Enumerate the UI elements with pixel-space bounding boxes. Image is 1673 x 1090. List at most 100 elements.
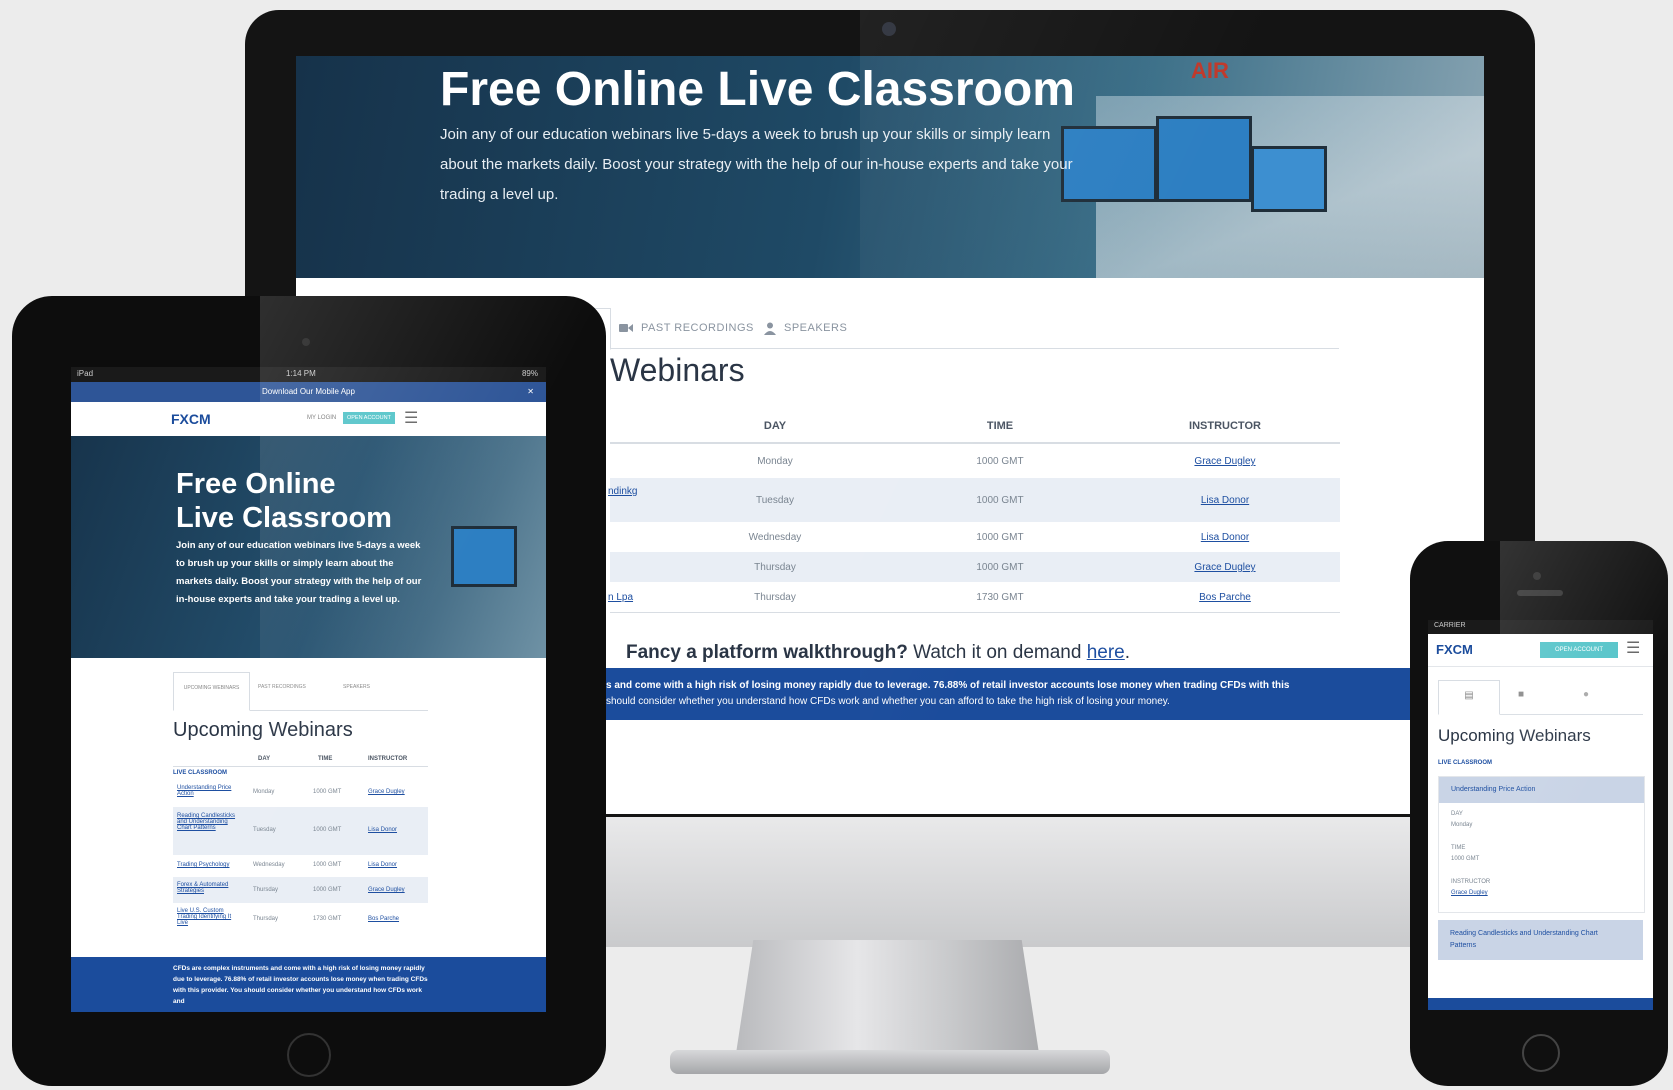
open-account-button[interactable]: OPEN ACCOUNT <box>1540 642 1618 658</box>
phone-screen: CARRIER FXCM OPEN ACCOUNT ☰ ▤ ■ ● Upcomi… <box>1428 620 1653 1010</box>
studio-monitor-image <box>451 526 517 587</box>
instructor-field: INSTRUCTOR Grace Dugley <box>1451 877 1490 899</box>
tab-label: PAST RECORDINGS <box>641 322 754 334</box>
instructor-link[interactable]: Grace Dugley <box>368 887 405 893</box>
tab-speakers[interactable]: SPEAKERS <box>343 684 370 690</box>
webinar-title-link[interactable]: Understanding Price Action <box>177 785 237 797</box>
phone-section-heading: Upcoming Webinars <box>1438 726 1591 745</box>
tablet-tab-bar: UPCOMING WEBINARS PAST RECORDINGS SPEAKE… <box>173 672 428 711</box>
hamburger-menu-icon[interactable]: ☰ <box>404 408 418 428</box>
table-row: Reading Candlesticks and Understanding C… <box>173 807 428 855</box>
table-row: ndinkg Tuesday 1000 GMT Lisa Donor <box>608 478 1340 522</box>
cell-time: 1000 GMT <box>313 887 342 893</box>
phone-status-bar: CARRIER <box>1428 620 1653 634</box>
phone-speaker <box>1517 590 1563 596</box>
tab-speakers[interactable]: ● <box>1583 689 1589 700</box>
cell-time: 1000 GMT <box>313 789 342 795</box>
table-row: Thursday 1000 GMT Grace Dugley <box>610 552 1340 582</box>
cell-time: 1000 GMT <box>976 495 1024 506</box>
fxcm-logo[interactable]: FXCM <box>171 411 211 427</box>
cell-day: Wednesday <box>253 862 285 868</box>
cell-time: 1000 GMT <box>313 827 342 833</box>
tab-label: SPEAKERS <box>343 684 370 690</box>
cell-day: Wednesday <box>748 532 802 543</box>
instructor-link[interactable]: Lisa Donor <box>1155 532 1295 543</box>
tab-label: SPEAKERS <box>784 322 848 334</box>
webinar-title-link[interactable]: n Lpa <box>608 592 648 603</box>
cell-time: 1730 GMT <box>313 916 342 922</box>
instructor-link[interactable]: Grace Dugley <box>1155 562 1295 573</box>
cell-time: 1000 GMT <box>976 456 1024 467</box>
phone-home-button[interactable] <box>1522 1034 1560 1072</box>
cell-time: 1000 GMT <box>976 532 1024 543</box>
table-header: DAY TIME INSTRUCTOR <box>173 752 428 767</box>
webinar-title-link[interactable]: Reading Candlesticks and Understanding C… <box>177 813 237 831</box>
hero-banner: AIR Free Online Live Classroom Join any … <box>296 56 1484 278</box>
webinar-title: Reading Candlesticks and Understanding C… <box>1450 930 1598 949</box>
instructor-link[interactable]: Grace Dugley <box>1155 456 1295 467</box>
instructor-link[interactable]: Grace Dugley <box>1451 888 1490 899</box>
page-title: Free Online Live Classroom <box>440 63 1075 116</box>
table-header: DAY TIME INSTRUCTOR <box>610 406 1340 444</box>
tablet-page-title: Free Online Live Classroom <box>176 467 392 535</box>
webinar-title-link[interactable]: Trading Psychology <box>177 862 237 868</box>
section-label: LIVE CLASSROOM <box>173 767 428 779</box>
phone-tab-bar: ▤ ■ ● <box>1438 680 1643 715</box>
tablet-home-button[interactable] <box>287 1033 331 1077</box>
webinar-card-title-link[interactable]: Understanding Price Action <box>1439 777 1644 803</box>
webinar-card: Understanding Price Action DAY Monday TIM… <box>1438 776 1645 913</box>
tab-upcoming-webinars[interactable]: ▤ <box>1438 680 1500 715</box>
section-heading: Webinars <box>610 352 745 388</box>
table-row: Wednesday 1000 GMT Lisa Donor <box>610 522 1340 552</box>
webinar-card[interactable]: Reading Candlesticks and Understanding C… <box>1438 920 1643 960</box>
tablet-webinar-table: DAY TIME INSTRUCTOR LIVE CLASSROOM Under… <box>173 752 428 937</box>
risk-warning-text: CFDs are complex instruments and come wi… <box>173 965 428 1005</box>
tab-past-recordings[interactable]: PAST RECORDINGS <box>258 684 306 690</box>
field-value: Monday <box>1451 822 1473 828</box>
webinar-title-link[interactable]: ndinkg <box>608 486 648 497</box>
cell-day: Thursday <box>253 887 279 893</box>
table-row: n Lpa Thursday 1730 GMT Bos Parche <box>608 582 1340 613</box>
walkthrough-here-link[interactable]: here <box>1087 642 1125 663</box>
phone-risk-warning <box>1428 998 1653 1010</box>
tablet-screen: iPad 1:14 PM 89% Download Our Mobile App… <box>71 367 546 1012</box>
instructor-link[interactable]: Grace Dugley <box>368 789 405 795</box>
webinar-title-link[interactable]: Live U.S. Custom Trading Identifying It … <box>177 908 237 926</box>
webinar-title-link[interactable]: Forex & Automated Strategies <box>177 882 237 894</box>
cell-day: Monday <box>253 789 275 795</box>
title-line: Live Classroom <box>176 502 392 534</box>
tablet-status-bar: iPad 1:14 PM 89% <box>71 367 546 382</box>
person-icon: ● <box>1583 689 1590 700</box>
tab-upcoming-webinars[interactable]: UPCOMING WEBINARS <box>173 672 250 711</box>
tab-past-recordings[interactable]: PAST RECORDINGS <box>619 308 754 348</box>
fxcm-logo[interactable]: FXCM <box>1436 642 1473 657</box>
column-header-time: TIME <box>986 420 1014 432</box>
walkthrough-text: Watch it on demand <box>907 642 1087 663</box>
login-link[interactable]: MY LOGIN <box>307 415 336 421</box>
open-account-button[interactable]: OPEN ACCOUNT <box>343 412 395 424</box>
instructor-link[interactable]: Lisa Donor <box>368 862 397 868</box>
column-header-instructor: INSTRUCTOR <box>1189 420 1261 432</box>
hamburger-menu-icon[interactable]: ☰ <box>1626 638 1640 658</box>
instructor-link[interactable]: Bos Parche <box>1155 592 1295 603</box>
risk-warning-line: should consider whether you understand h… <box>606 696 1170 707</box>
field-label: INSTRUCTOR <box>1451 879 1491 885</box>
person-icon <box>764 322 776 335</box>
tablet-risk-warning: CFDs are complex instruments and come wi… <box>71 957 546 1012</box>
table-row: Monday 1000 GMT Grace Dugley <box>610 444 1340 478</box>
column-header-day: DAY <box>258 756 271 762</box>
day-field: DAY Monday <box>1451 809 1472 831</box>
video-camera-icon: ■ <box>1518 689 1525 700</box>
studio-monitor-image <box>1156 116 1252 202</box>
tab-past-recordings[interactable]: ■ <box>1518 689 1524 700</box>
close-icon[interactable]: ✕ <box>527 382 534 402</box>
download-app-bar[interactable]: Download Our Mobile App ✕ <box>71 382 546 402</box>
instructor-link[interactable]: Lisa Donor <box>1155 495 1295 506</box>
status-carrier: CARRIER <box>1434 622 1466 629</box>
instructor-link[interactable]: Lisa Donor <box>368 827 397 833</box>
section-label-text: LIVE CLASSROOM <box>173 770 228 776</box>
instructor-link[interactable]: Bos Parche <box>368 916 399 922</box>
cell-time: 1000 GMT <box>313 862 342 868</box>
tab-speakers[interactable]: SPEAKERS <box>764 308 847 348</box>
tab-label: UPCOMING WEBINARS <box>183 685 240 691</box>
